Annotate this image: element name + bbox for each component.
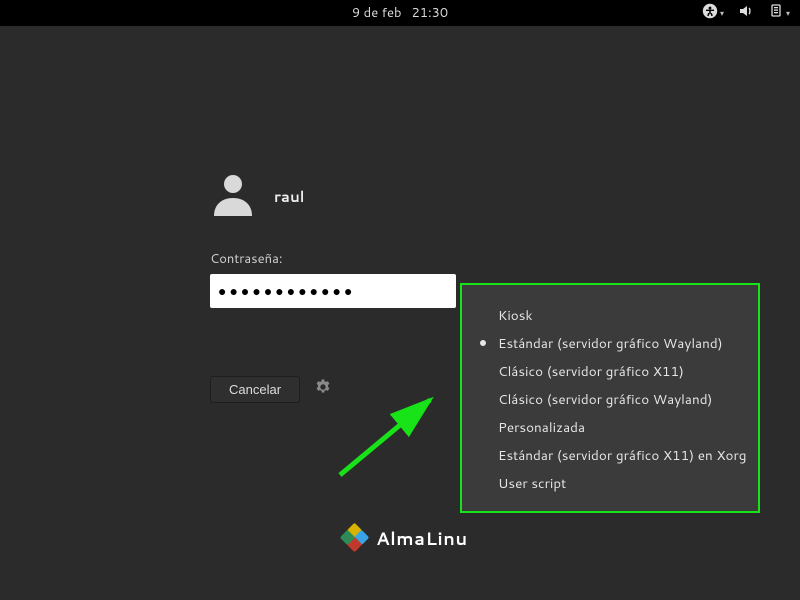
session-item-label: Estándar (servidor gráfico Wayland) <box>498 334 723 353</box>
session-item-standard-wayland[interactable]: Estándar (servidor gráfico Wayland) <box>470 329 750 357</box>
cancel-button[interactable]: Cancelar <box>210 376 300 403</box>
session-item-label: Personalizada <box>498 418 585 437</box>
session-item-classic-x11[interactable]: Clásico (servidor gráfico X11) <box>470 357 750 385</box>
password-label: Contraseña: <box>210 250 630 268</box>
volume-icon[interactable] <box>738 3 754 24</box>
session-item-classic-wayland[interactable]: Clásico (servidor gráfico Wayland) <box>470 385 750 413</box>
user-row: raul <box>210 170 630 222</box>
session-item-label: Clásico (servidor gráfico X11) <box>498 362 684 381</box>
topbar-time: 21:30 <box>411 4 448 22</box>
chevron-down-icon: ▾ <box>720 7 724 19</box>
session-item-standard-x11-xorg[interactable]: Estándar (servidor gráfico X11) en Xorg <box>470 441 750 469</box>
session-item-label: Estándar (servidor gráfico X11) en Xorg <box>498 446 747 465</box>
avatar-icon <box>210 170 256 222</box>
gear-icon <box>314 378 332 396</box>
chevron-down-icon: ▾ <box>786 7 790 19</box>
accessibility-menu[interactable]: ▾ <box>702 3 724 24</box>
power-menu[interactable]: ▾ <box>768 3 790 24</box>
password-input[interactable] <box>210 274 456 308</box>
accessibility-icon <box>702 3 718 24</box>
session-item-label: User script <box>498 474 566 493</box>
session-item-kiosk[interactable]: Kiosk <box>470 301 750 329</box>
topbar-date: 9 de feb <box>352 4 402 22</box>
session-item-label: Clásico (servidor gráfico Wayland) <box>498 390 712 409</box>
session-menu: Kiosk Estándar (servidor gráfico Wayland… <box>460 283 760 513</box>
selected-dot-icon <box>480 340 486 346</box>
top-bar: 9 de feb 21:30 ▾ ▾ <box>0 0 800 26</box>
almalinux-logo-icon <box>342 525 368 551</box>
brand-text: AlmaLinu <box>376 525 468 551</box>
session-item-label: Kiosk <box>498 306 533 325</box>
session-item-user-script[interactable]: User script <box>470 469 750 497</box>
distro-brand: AlmaLinu <box>342 525 468 551</box>
username-label: raul <box>274 186 305 207</box>
power-menu-icon <box>768 3 784 24</box>
session-item-custom[interactable]: Personalizada <box>470 413 750 441</box>
session-gear-button[interactable] <box>314 378 332 402</box>
